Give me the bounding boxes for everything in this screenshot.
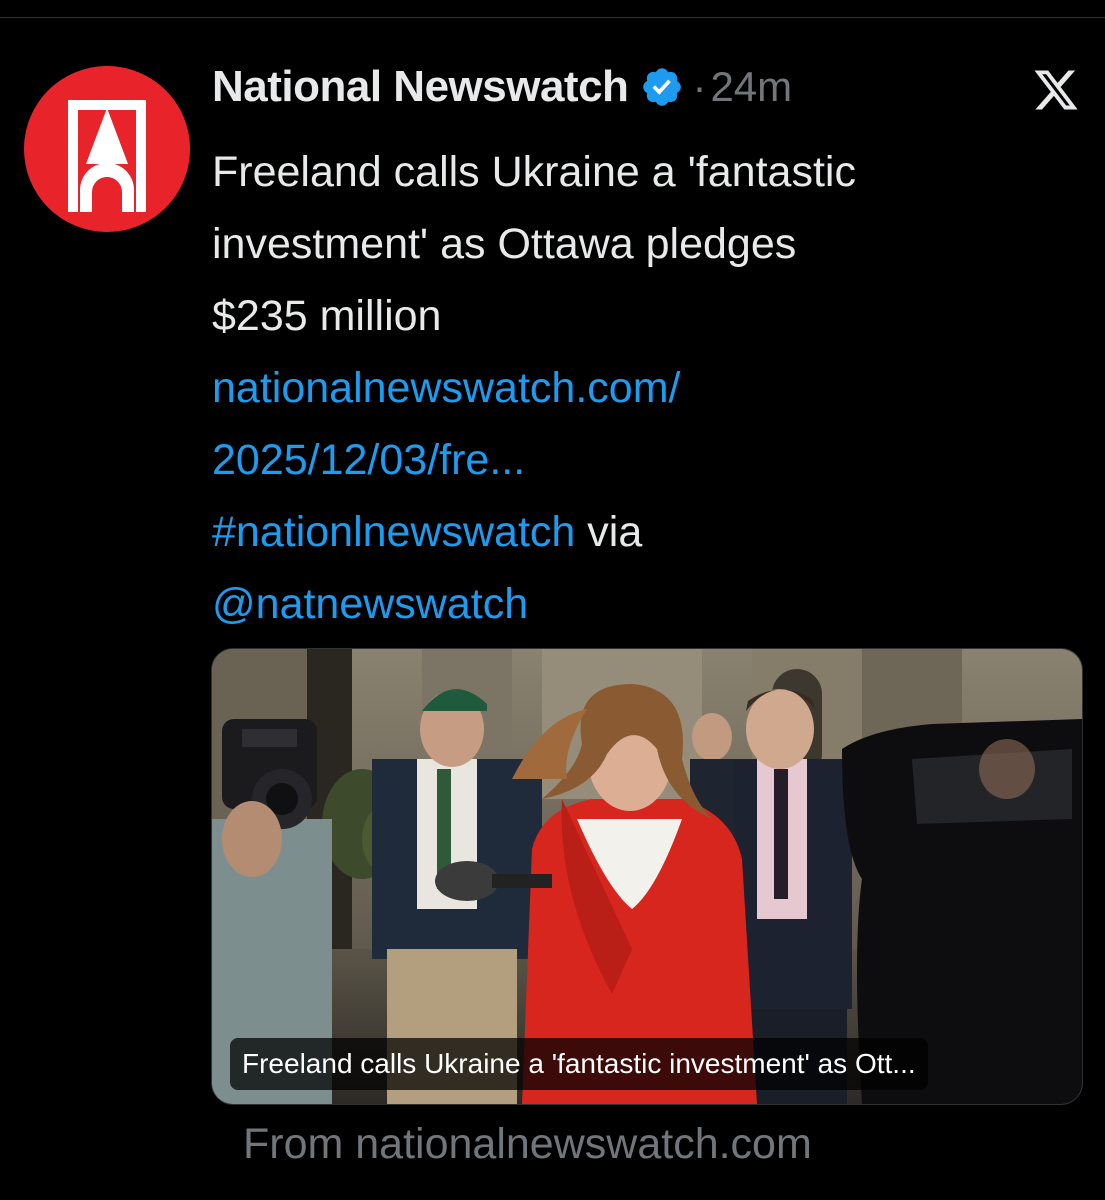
link-preview-card[interactable]: Freeland calls Ukraine a 'fantastic inve…	[211, 648, 1083, 1105]
tweet-text-line: Freeland calls Ukraine a 'fantastic	[212, 148, 856, 196]
avatar[interactable]	[24, 66, 190, 232]
verified-badge-icon[interactable]	[640, 65, 684, 109]
article-link[interactable]: nationalnewswatch.com/	[212, 352, 1082, 424]
card-source[interactable]: From nationalnewswatch.com	[243, 1120, 812, 1169]
article-photo	[212, 649, 1082, 1104]
timestamp[interactable]: 24m	[710, 63, 792, 111]
display-name[interactable]: National Newswatch	[212, 62, 629, 112]
national-newswatch-logo-icon	[24, 66, 190, 232]
card-title[interactable]: Freeland calls Ukraine a 'fantastic inve…	[230, 1038, 928, 1090]
separator-dot: ·	[692, 63, 707, 110]
mention-link[interactable]: @natnewswatch	[212, 568, 1082, 640]
via-text: via	[575, 508, 643, 556]
hashtag-link[interactable]: #nationlnewswatch	[212, 508, 575, 556]
tweet-text-line: $235 million	[212, 292, 442, 340]
tweet-text: Freeland calls Ukraine a 'fantastic inve…	[212, 136, 1082, 640]
tweet[interactable]: National Newswatch · 24m Freeland calls …	[0, 18, 1105, 1200]
tweet-text-line: investment' as Ottawa pledges	[212, 220, 797, 268]
tweet-header: National Newswatch · 24m	[212, 52, 792, 122]
x-logo-icon[interactable]	[1032, 66, 1080, 114]
top-divider	[0, 0, 1105, 18]
article-link-continued[interactable]: 2025/12/03/fre...	[212, 424, 1082, 496]
